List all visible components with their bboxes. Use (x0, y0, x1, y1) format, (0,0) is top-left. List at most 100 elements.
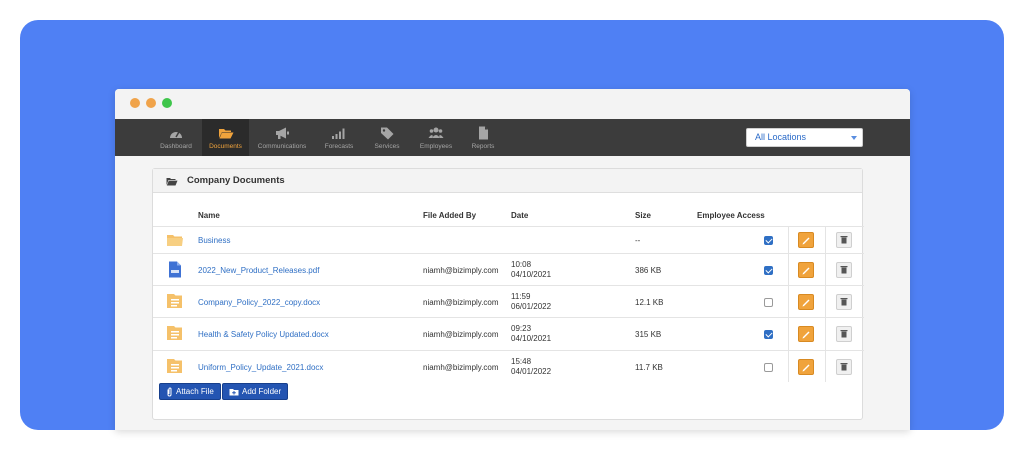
file-date: 06/01/2022 (511, 302, 552, 311)
column-header-size[interactable]: Size (635, 211, 651, 220)
file-name-link[interactable]: Health & Safety Policy Updated.docx (198, 330, 329, 340)
file-date: 04/10/2021 (511, 334, 552, 343)
panel-title: Company Documents (187, 175, 285, 186)
nav-label: Employees (419, 142, 453, 150)
trash-icon (840, 330, 848, 338)
top-navbar: Dashboard Documents Communications Forec… (115, 119, 910, 156)
row-divider (153, 285, 864, 286)
file-added-by: niamh@bizimply.com (423, 363, 499, 372)
trash-icon (840, 363, 848, 371)
employee-access-checkbox[interactable] (764, 363, 773, 372)
nav-label: Dashboard (160, 142, 192, 150)
tag-icon (381, 127, 394, 139)
browser-window: Dashboard Documents Communications Forec… (115, 89, 910, 430)
trash-icon (840, 298, 848, 306)
delete-button[interactable] (836, 326, 852, 342)
nav-label: Forecasts (324, 142, 354, 150)
employee-access-checkbox[interactable] (764, 298, 773, 307)
file-time: 09:23 (511, 324, 532, 333)
edit-button[interactable] (798, 326, 814, 342)
nav-label: Documents (209, 142, 242, 150)
edit-button[interactable] (798, 232, 814, 248)
signal-bars-icon (332, 128, 345, 139)
file-added-by: niamh@bizimply.com (423, 330, 499, 339)
users-icon (428, 127, 444, 138)
employee-access-checkbox[interactable] (764, 236, 773, 245)
pencil-icon (802, 331, 810, 339)
paperclip-icon (167, 387, 172, 396)
row-divider (153, 350, 864, 351)
file-name-link[interactable]: Uniform_Policy_Update_2021.docx (198, 363, 323, 373)
close-window-dot[interactable] (130, 98, 140, 108)
folder-open-icon (218, 128, 233, 138)
megaphone-icon (276, 127, 289, 139)
folder-plus-icon (229, 388, 239, 395)
nav-item-services[interactable]: Services (369, 119, 405, 156)
pencil-icon (802, 299, 810, 307)
delete-button[interactable] (836, 262, 852, 278)
pencil-icon (802, 237, 810, 245)
document-file-icon (167, 326, 182, 340)
location-select-value: All Locations (755, 132, 807, 142)
edit-button[interactable] (798, 262, 814, 278)
location-select[interactable]: All Locations (746, 128, 863, 147)
delete-button[interactable] (836, 359, 852, 375)
attach-file-label: Attach File (176, 387, 214, 396)
column-header-employee-access[interactable]: Employee Access (697, 211, 765, 220)
nav-item-dashboard[interactable]: Dashboard (153, 119, 199, 156)
employee-access-checkbox[interactable] (764, 266, 773, 275)
column-header-date[interactable]: Date (511, 211, 528, 220)
file-time: 15:48 (511, 357, 532, 366)
pdf-file-icon (169, 261, 181, 278)
pencil-icon (802, 364, 810, 372)
file-name-link[interactable]: Business (198, 236, 230, 246)
nav-item-communications[interactable]: Communications (253, 119, 311, 156)
column-header-name[interactable]: Name (198, 211, 220, 220)
maximize-window-dot[interactable] (162, 98, 172, 108)
pencil-icon (802, 267, 810, 275)
folder-open-icon (166, 178, 178, 186)
delete-button[interactable] (836, 232, 852, 248)
file-size: 12.1 KB (635, 298, 664, 307)
file-size: 11.7 KB (635, 363, 663, 372)
nav-label: Reports (471, 142, 495, 150)
trash-icon (840, 236, 848, 244)
nav-label: Communications (257, 142, 307, 150)
file-size: -- (635, 236, 641, 245)
window-titlebar (115, 89, 910, 119)
trash-icon (840, 266, 848, 274)
file-name-link[interactable]: 2022_New_Product_Releases.pdf (198, 266, 319, 276)
column-divider (788, 226, 789, 382)
file-date: 04/10/2021 (511, 270, 552, 279)
documents-panel: Company Documents Name File Added By Dat… (152, 168, 864, 420)
file-time: 11:59 (511, 292, 531, 301)
file-size: 386 KB (635, 266, 662, 275)
column-divider (825, 226, 826, 382)
row-divider (153, 226, 864, 227)
edit-button[interactable] (798, 359, 814, 375)
nav-item-employees[interactable]: Employees (416, 119, 456, 156)
add-folder-button[interactable]: Add Folder (222, 383, 289, 400)
nav-item-reports[interactable]: Reports (466, 119, 500, 156)
row-divider (153, 317, 864, 318)
file-icon (479, 126, 488, 139)
document-file-icon (167, 359, 182, 373)
file-name-link[interactable]: Company_Policy_2022_copy.docx (198, 298, 320, 308)
folder-icon (167, 235, 183, 246)
add-folder-label: Add Folder (242, 387, 282, 396)
nav-item-documents[interactable]: Documents (202, 119, 249, 156)
file-date: 04/01/2022 (511, 367, 552, 376)
nav-item-forecasts[interactable]: Forecasts (319, 119, 359, 156)
delete-button[interactable] (836, 294, 852, 310)
file-added-by: niamh@bizimply.com (423, 298, 499, 307)
file-added-by: niamh@bizimply.com (423, 266, 499, 275)
attach-file-button[interactable]: Attach File (159, 383, 221, 400)
column-header-added-by[interactable]: File Added By (423, 211, 476, 220)
edit-button[interactable] (798, 294, 814, 310)
chevron-down-icon (851, 136, 857, 140)
row-divider (153, 253, 864, 254)
nav-label: Services (374, 142, 400, 150)
employee-access-checkbox[interactable] (764, 330, 773, 339)
document-file-icon (167, 294, 182, 308)
minimize-window-dot[interactable] (146, 98, 156, 108)
